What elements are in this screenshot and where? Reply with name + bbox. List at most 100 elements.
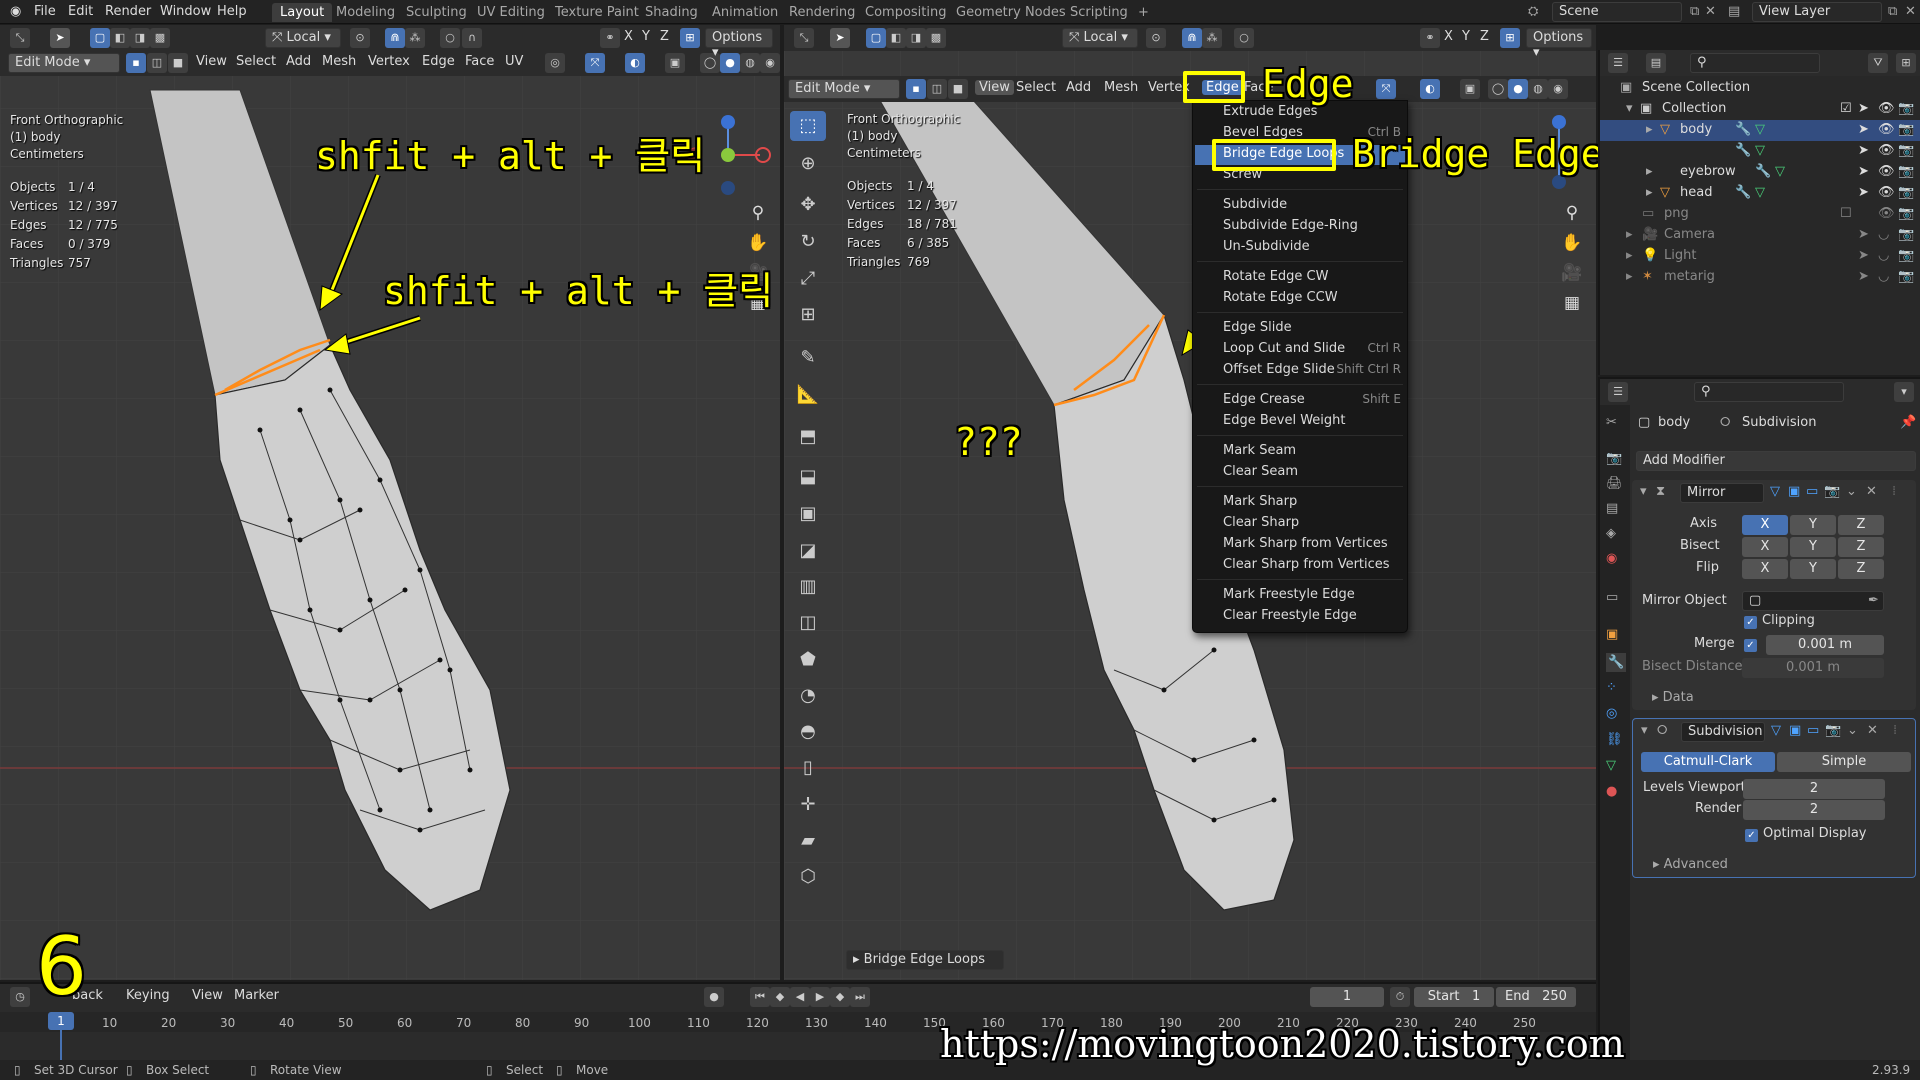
ortho-grid-icon[interactable]: ▦ (1554, 285, 1590, 321)
tab-sculpting[interactable]: Sculpting (398, 3, 475, 22)
select-mode-extend-icon[interactable]: ◧ (110, 28, 130, 48)
menu-item-clear-sharp[interactable]: Clear Sharp (1223, 515, 1299, 530)
menu-item-edge-bevel-weight[interactable]: Edge Bevel Weight (1223, 413, 1346, 428)
mirror-z-toggle[interactable]: Z (660, 29, 669, 44)
menu-item-loop-cut-and-slide[interactable]: Loop Cut and Slide (1223, 341, 1345, 356)
select-arrow-icon[interactable]: ➤ (1858, 164, 1869, 179)
particles-tab-icon[interactable]: ⁘ (1606, 680, 1617, 695)
world-tab-icon[interactable]: ◉ (1606, 551, 1617, 566)
gizmo-toggle-icon[interactable]: ⤧ (1376, 79, 1396, 99)
eyedropper-icon[interactable]: ✒ (1868, 593, 1879, 608)
start-frame-field[interactable]: Start 1 (1414, 987, 1494, 1007)
render-levels-field[interactable]: 2 (1743, 800, 1885, 820)
scene-tab-icon[interactable]: ◈ (1606, 526, 1616, 541)
smooth-tool-icon[interactable]: ◓ (790, 717, 826, 747)
simple-toggle[interactable]: Simple (1777, 752, 1911, 772)
bisect-z-toggle[interactable]: Z (1838, 537, 1884, 557)
object-tab-icon[interactable]: ▣ (1606, 627, 1618, 642)
overlay-toggle-icon[interactable]: ◐ (1420, 79, 1440, 99)
axis-y-toggle[interactable]: Y (1790, 515, 1836, 535)
render-toggle-icon[interactable]: 📷 (1825, 723, 1841, 738)
poly-build-tool-icon[interactable]: ⬟ (790, 645, 826, 675)
scene-selector[interactable]: Scene (1552, 2, 1682, 22)
add-cube-tool-icon[interactable]: ⬒ (790, 422, 826, 452)
eye-icon[interactable]: 👁 (1878, 164, 1895, 179)
select-arrow-icon[interactable]: ➤ (1858, 248, 1869, 263)
right-mode-selector[interactable]: Edit Mode ▾ (788, 79, 900, 99)
loop-cut-tool-icon[interactable]: ▥ (790, 572, 826, 602)
marker-menu[interactable]: Marker (234, 988, 279, 1003)
modifier-menu-icon[interactable]: ⌄ (1846, 484, 1857, 499)
new-view-layer-icon[interactable]: ⧉ (1888, 4, 1897, 19)
optimal-display-checkbox[interactable]: ✓ (1745, 829, 1758, 842)
auto-merge-icon[interactable]: ⊞ (680, 28, 700, 48)
pivot-icon[interactable]: ⊙ (350, 28, 370, 48)
left-menu-select[interactable]: Select (236, 54, 276, 69)
timeline-editor-type-icon[interactable]: ◷ (10, 987, 30, 1007)
auto-merge-icon[interactable]: ⊞ (1500, 28, 1520, 48)
render-toggle-icon[interactable]: 📷 (1824, 484, 1840, 499)
bevel-tool-icon[interactable]: ◪ (790, 536, 826, 566)
outliner-row-light[interactable]: ▸ 💡 Light ➤ ◡ 📷 (1600, 246, 1920, 267)
view-layer-icon[interactable]: ▤ (1728, 4, 1740, 19)
viewport-left[interactable]: Front Orthographic (1) body Centimeters … (0, 50, 780, 980)
outliner-row-scene-collection[interactable]: ▣ Scene Collection (1600, 78, 1920, 99)
left-menu-edge[interactable]: Edge (422, 54, 455, 69)
bisect-distance-field[interactable]: 0.001 m (1742, 658, 1884, 678)
mirror-axis-icon[interactable]: ⚭ (1420, 28, 1440, 48)
vertex-select-icon[interactable]: ▪ (126, 53, 146, 73)
mirror-object-field[interactable]: ▢ (1742, 591, 1884, 611)
timeline-view-menu[interactable]: View (192, 988, 223, 1003)
shading-solid-icon[interactable]: ● (1508, 79, 1528, 99)
left-transform-orientation[interactable]: ⤧ Local ▾ (265, 28, 341, 48)
add-modifier-dropdown[interactable]: Add Modifier (1636, 451, 1916, 471)
data-subpanel-toggle[interactable]: ▸ Data (1652, 690, 1694, 705)
merge-checkbox[interactable]: ✓ (1744, 639, 1757, 652)
snap-icon[interactable]: ⋒ (1182, 28, 1202, 48)
delete-modifier-icon[interactable]: ✕ (1867, 723, 1878, 738)
snap-target-icon[interactable]: ⁂ (1202, 28, 1222, 48)
tab-modeling[interactable]: Modeling (328, 3, 403, 22)
left-menu-mesh[interactable]: Mesh (322, 54, 356, 69)
data-tab-icon[interactable]: ▽ (1606, 758, 1616, 773)
tab-shading[interactable]: Shading (637, 3, 706, 22)
tab-scripting[interactable]: Scripting (1062, 3, 1136, 22)
menu-file[interactable]: File (34, 4, 56, 19)
menu-window[interactable]: Window (160, 4, 211, 19)
record-icon[interactable]: ● (704, 987, 724, 1007)
properties-editor-type-icon[interactable]: ☰ (1608, 382, 1628, 402)
filter-icon[interactable]: ⛛ (1868, 53, 1888, 73)
scale-tool-icon[interactable]: ⤢ (790, 264, 826, 294)
render-camera-icon[interactable]: 📷 (1898, 248, 1914, 263)
proportional-edit-icon[interactable]: ○ (440, 28, 460, 48)
measure-tool-icon[interactable]: 📐 (790, 380, 826, 410)
menu-item-offset-edge-slide[interactable]: Offset Edge Slide (1223, 362, 1335, 377)
xray-toggle-icon[interactable]: ▣ (665, 53, 685, 73)
end-frame-field[interactable]: End 250 (1496, 987, 1576, 1007)
face-select-icon[interactable]: ■ (168, 53, 188, 73)
left-menu-add[interactable]: Add (286, 54, 311, 69)
select-arrow-icon[interactable]: ➤ (1858, 185, 1869, 200)
select-mode-subtract-icon[interactable]: ◨ (906, 28, 926, 48)
select-mode-new-icon[interactable]: ▢ (866, 28, 886, 48)
select-arrow-icon[interactable]: ➤ (1858, 122, 1869, 137)
inset-tool-icon[interactable]: ▣ (790, 499, 826, 529)
eye-closed-icon[interactable]: ◡ (1878, 227, 1889, 242)
menu-item-mark-sharp[interactable]: Mark Sharp (1223, 494, 1297, 509)
menu-edit[interactable]: Edit (68, 4, 93, 19)
shading-solid-icon[interactable]: ● (720, 53, 740, 73)
edit-mode-toggle-icon[interactable]: ▽ (1771, 723, 1781, 738)
eye-closed-icon[interactable]: ◡ (1878, 269, 1889, 284)
right-menu-select[interactable]: Select (1016, 80, 1056, 95)
left-menu-face[interactable]: Face (465, 54, 494, 69)
render-camera-icon[interactable]: 📷 (1898, 206, 1914, 221)
mirror-x-toggle[interactable]: X (624, 29, 633, 44)
cage-toggle-icon[interactable]: ▣ (1789, 723, 1801, 738)
jump-start-icon[interactable]: ⏮ (750, 987, 770, 1007)
select-arrow-icon[interactable]: ➤ (1858, 101, 1869, 116)
jump-end-icon[interactable]: ⏭ (850, 987, 870, 1007)
right-menu-view[interactable]: View (975, 80, 1014, 95)
snap-icon[interactable]: ⋒ (385, 28, 405, 48)
exclude-checkbox-icon[interactable]: ☐ (1840, 206, 1852, 221)
tab-geometry-nodes[interactable]: Geometry Nodes (948, 3, 1074, 22)
